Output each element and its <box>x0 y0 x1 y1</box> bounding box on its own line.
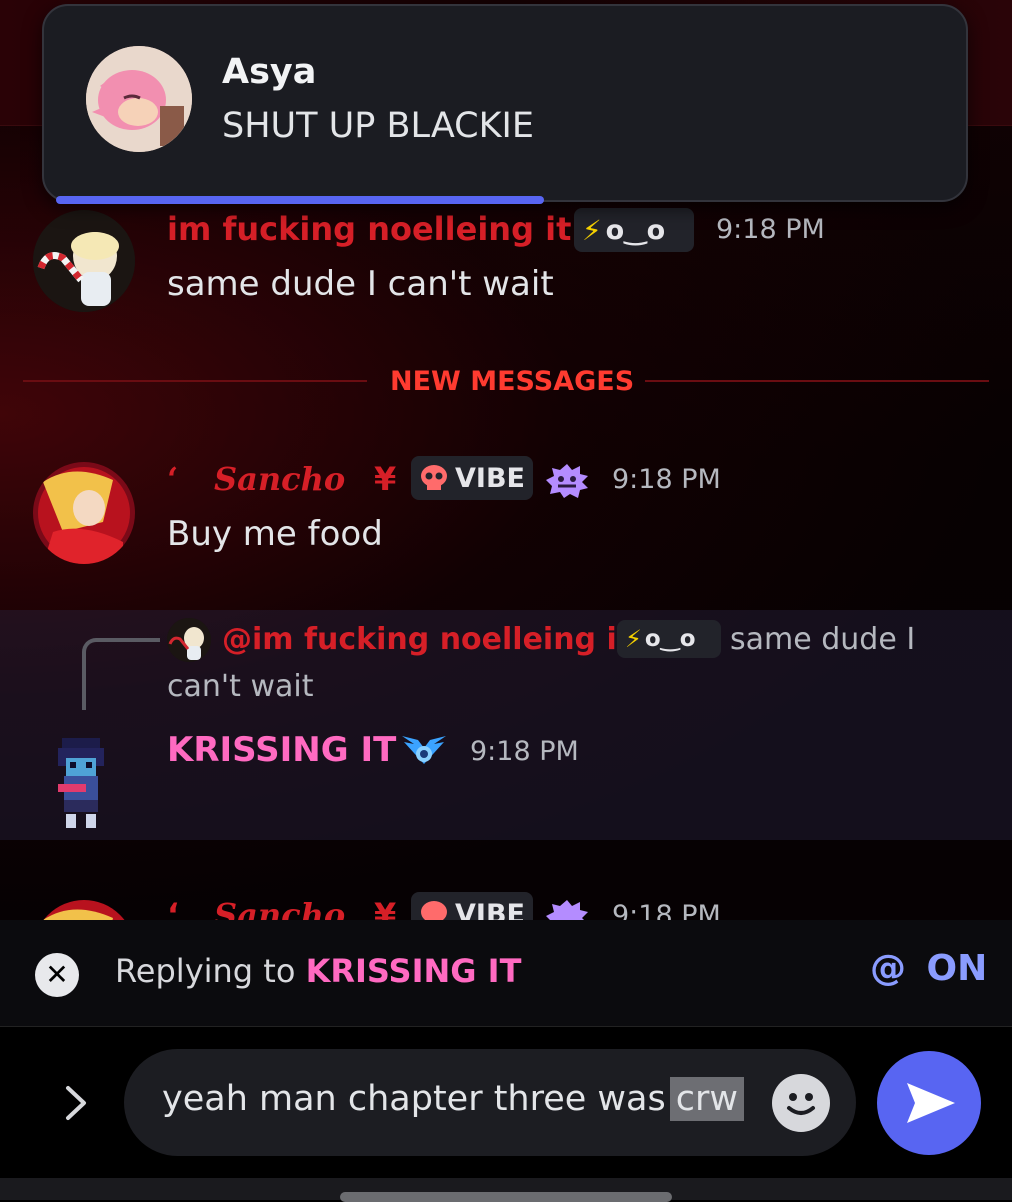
send-icon <box>907 1083 955 1123</box>
expand-actions-button[interactable] <box>56 1080 96 1126</box>
message-author-suffix: ¥ <box>374 896 397 920</box>
partial-message-clip: ‘ Sancho ¥ VIBE 9:18 PM <box>0 880 1012 920</box>
message-author[interactable]: Sancho <box>214 460 345 498</box>
user-tag[interactable]: VIBE <box>411 892 533 920</box>
lightning-icon: ⚡ <box>625 625 642 653</box>
notification-message: SHUT UP BLACKIE <box>222 106 534 146</box>
avatar[interactable] <box>33 900 135 920</box>
lightning-icon: ⚡ <box>582 213 602 247</box>
home-indicator[interactable] <box>340 1192 672 1202</box>
close-icon: ✕ <box>45 958 69 991</box>
message-author-prefix: ‘ <box>167 460 179 498</box>
send-button[interactable] <box>877 1051 981 1155</box>
notification-sender: Asya <box>222 52 317 92</box>
kris-sprite-avatar-icon <box>58 738 104 828</box>
cancel-reply-button[interactable]: ✕ <box>35 953 79 997</box>
winged-emblem-icon <box>398 734 450 774</box>
avatar[interactable] <box>52 736 110 832</box>
reply-prefix: Replying to <box>115 952 296 990</box>
user-tag-text: VIBE <box>455 898 525 921</box>
avatar[interactable] <box>33 210 135 312</box>
skull-icon <box>419 900 449 920</box>
message-timestamp: 9:18 PM <box>612 464 721 495</box>
new-messages-divider-line-right <box>645 380 989 382</box>
message-timestamp: 9:18 PM <box>612 900 721 920</box>
user-tag-text: VIBE <box>455 462 525 494</box>
message-author[interactable]: KRISSING IT <box>167 730 396 770</box>
reply-target: KRISSING IT <box>305 952 522 990</box>
mention-toggle[interactable]: @ ON <box>870 948 987 989</box>
reply-connector <box>82 638 160 710</box>
reply-preview-line2: can't wait <box>167 669 314 704</box>
message-input-value: yeah man chapter three was <box>162 1079 666 1119</box>
spiky-face-icon <box>544 462 590 504</box>
message-author[interactable]: Sancho <box>214 896 345 920</box>
chevron-right-icon <box>66 1086 86 1120</box>
user-tag[interactable]: ⚡ o‿o <box>574 208 694 252</box>
noelle-avatar-icon <box>33 210 135 312</box>
smiley-icon <box>787 1093 815 1115</box>
sancho-avatar-icon <box>33 462 135 564</box>
new-messages-label: NEW MESSAGES <box>390 366 635 397</box>
reply-bar: ✕ Replying to KRISSING IT @ ON <box>0 920 1012 1027</box>
user-tag[interactable]: VIBE <box>411 456 533 500</box>
mention-state: ON <box>926 948 988 989</box>
message-author-suffix: ¥ <box>374 460 397 498</box>
reply-user-tag: ⚡ o‿o <box>617 620 721 658</box>
emoji-button[interactable] <box>772 1074 830 1132</box>
message-author[interactable]: im fucking noelleing it <box>167 210 571 248</box>
reply-author[interactable]: @im fucking noelleing it <box>222 622 631 657</box>
skull-icon <box>419 464 449 492</box>
spiky-face-icon <box>544 898 590 920</box>
avatar[interactable] <box>33 462 135 564</box>
message-timestamp: 9:18 PM <box>716 214 825 245</box>
reply-label: Replying to KRISSING IT <box>115 952 521 990</box>
notification-avatar <box>86 46 192 152</box>
reply-preview-line1: same dude I <box>730 622 916 657</box>
reply-user-tag-text: o‿o <box>644 626 696 652</box>
notification-banner[interactable]: Asya SHUT UP BLACKIE <box>42 4 968 204</box>
message-input-text[interactable]: yeah man chapter three was crw <box>162 1077 745 1121</box>
reply-avatar[interactable] <box>167 618 211 662</box>
new-messages-divider-line-left <box>23 380 367 382</box>
message-text: Buy me food <box>167 514 383 554</box>
message-author-prefix: ‘ <box>167 896 180 920</box>
at-icon: @ <box>870 948 906 989</box>
pink-hedgehog-avatar-icon <box>86 46 192 152</box>
message-input[interactable]: yeah man chapter three was crw <box>124 1049 856 1156</box>
selected-text: crw <box>669 1077 745 1121</box>
user-tag-text: o‿o <box>605 214 666 246</box>
notification-progress-bar <box>56 196 544 204</box>
message-timestamp: 9:18 PM <box>470 736 579 767</box>
message-text: same dude I can't wait <box>167 264 554 304</box>
